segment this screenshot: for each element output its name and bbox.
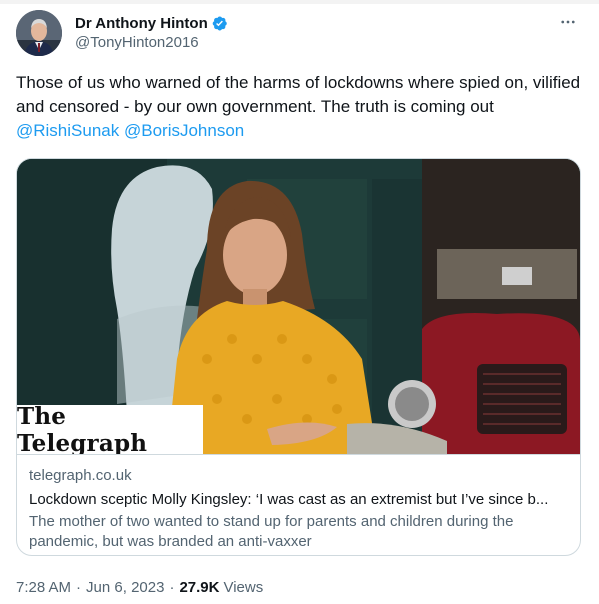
- tweet-body: Those of us who warned of the harms of l…: [16, 73, 581, 116]
- tweet-date[interactable]: Jun 6, 2023: [86, 579, 164, 596]
- card-description: The mother of two wanted to stand up for…: [29, 513, 514, 550]
- more-options-icon[interactable]: [554, 10, 582, 34]
- card-domain: telegraph.co.uk: [29, 467, 132, 484]
- source-logo-text: The Telegraph: [17, 403, 148, 455]
- link-preview-card[interactable]: The Telegraph telegraph.co.uk Lockdown s…: [16, 158, 581, 556]
- meta-separator: ·: [76, 579, 82, 596]
- card-title: Lockdown sceptic Molly Kingsley: ‘I was …: [29, 491, 549, 508]
- author-handle[interactable]: @TonyHinton2016: [75, 34, 199, 51]
- author-name-row: Dr Anthony Hinton: [75, 13, 228, 33]
- views-label: Views: [223, 579, 264, 596]
- mention-link[interactable]: @RishiSunak: [16, 121, 119, 140]
- views-count[interactable]: 27.9K: [179, 579, 219, 596]
- mention-link[interactable]: @BorisJohnson: [124, 121, 244, 140]
- card-body[interactable]: telegraph.co.uk Lockdown sceptic Molly K…: [29, 466, 569, 552]
- profile-photo-icon: [16, 10, 62, 56]
- top-divider: [0, 0, 599, 4]
- meta-separator: ·: [169, 579, 175, 596]
- card-image[interactable]: The Telegraph: [17, 159, 580, 455]
- tweet-time[interactable]: 7:28 AM: [16, 579, 71, 596]
- avatar[interactable]: [16, 10, 62, 56]
- tweet-text: Those of us who warned of the harms of l…: [16, 71, 586, 143]
- author-display-name[interactable]: Dr Anthony Hinton: [75, 15, 208, 32]
- verified-badge-icon[interactable]: [211, 15, 228, 32]
- tweet-header: Dr Anthony Hinton @TonyHinton2016: [16, 10, 586, 56]
- tweet-meta: 7:28 AM · Jun 6, 2023 · 27.9K Views: [16, 579, 263, 596]
- source-logo: The Telegraph: [17, 403, 203, 455]
